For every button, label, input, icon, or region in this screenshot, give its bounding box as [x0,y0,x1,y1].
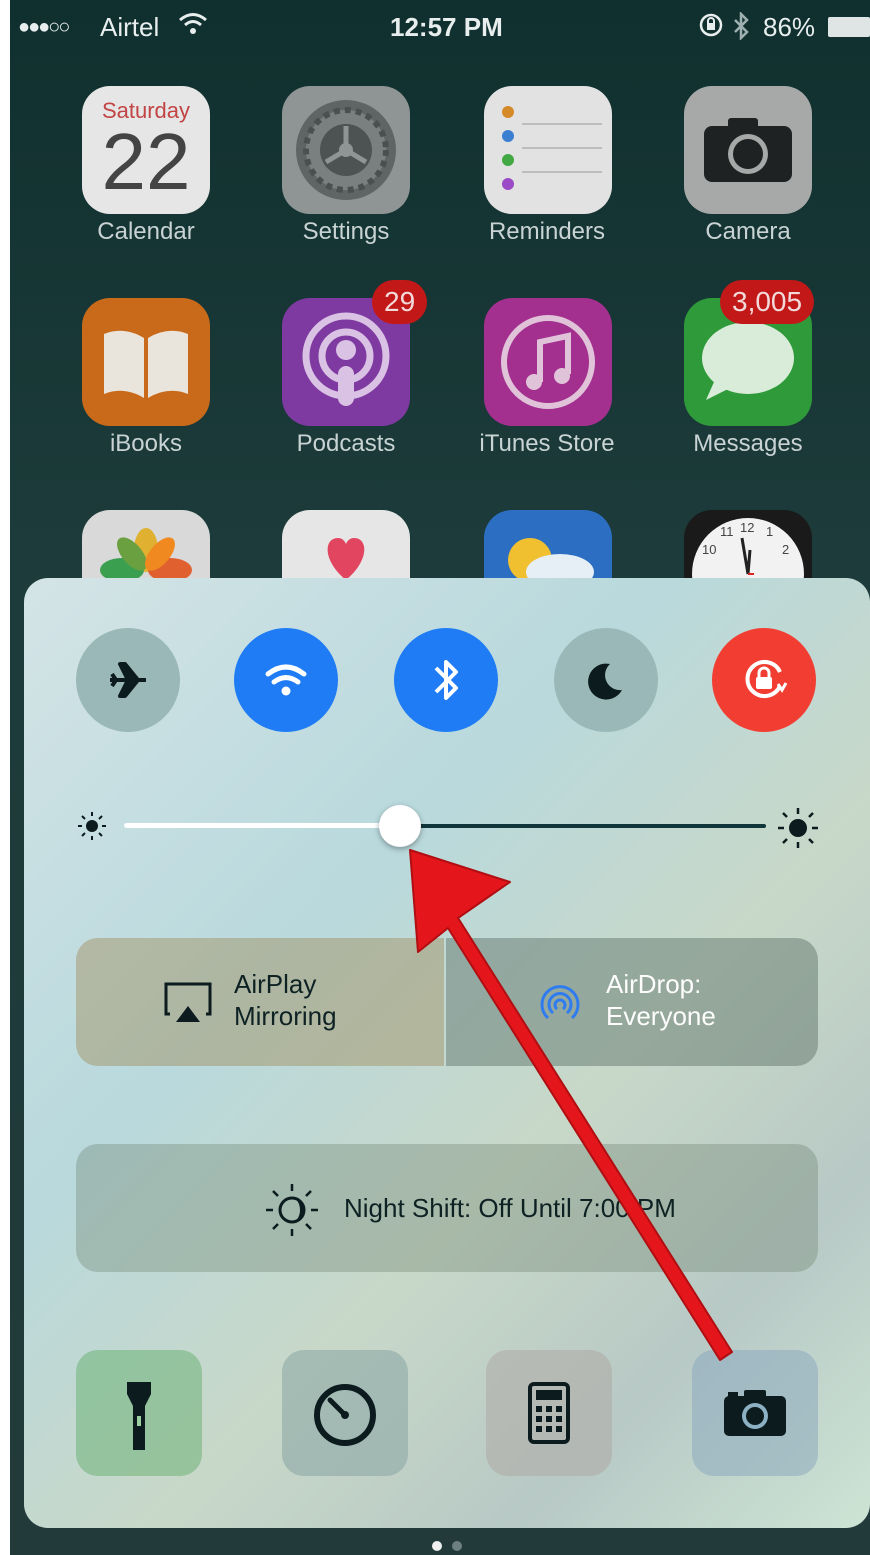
reminders-app-icon[interactable] [484,86,612,214]
bluetooth-toggle[interactable] [394,628,498,732]
airplay-label-line1: AirPlay [234,969,317,999]
wifi-toggle[interactable] [234,628,338,732]
airplane-mode-toggle[interactable] [76,628,180,732]
rotation-lock-icon [745,660,788,698]
airplay-icon [164,982,212,1022]
brightness-slider-thumb[interactable] [379,805,422,847]
airdrop-label-line2: Everyone [606,1001,716,1031]
messages-notification-badge: 3,005 [720,280,815,324]
airdrop-label-line1: AirDrop: [606,969,702,999]
page-indicator-other [452,1541,462,1551]
night-shift-button[interactable]: Night Shift: Off Until 7:00 PM [76,1144,818,1272]
ibooks-label: iBooks [109,430,183,457]
wifi-icon [265,664,307,696]
iphone-screen: ●●●○○ Airtel 12:57 PM 86% Saturday 22 Ca… [10,0,870,1555]
clock-time: 12:57 PM [390,12,503,42]
bluetooth-icon [434,660,458,700]
carrier-name: Airtel [100,12,160,42]
clock-number-12: 12 [740,520,755,535]
ibooks-app-icon[interactable] [82,298,210,426]
clock-number-11: 11 [720,524,734,539]
calculator-button[interactable] [486,1350,612,1476]
flashlight-button[interactable] [76,1350,202,1476]
timer-icon [314,1384,376,1446]
calendar-label: Calendar [97,218,195,245]
reminders-label: Reminders [488,218,606,245]
battery-percentage: 86% [763,12,816,42]
calendar-date: 22 [101,117,191,206]
flashlight-icon [127,1382,151,1450]
night-shift-label: Night Shift: Off Until 7:00 PM [344,1193,676,1223]
podcasts-notification-badge: 29 [372,280,428,324]
control-center-panel: AirPlay Mirroring AirDrop: Everyone Nigh… [24,578,870,1528]
clock-number-1: 1 [766,524,774,539]
status-bar: ●●●○○ Airtel 12:57 PM 86% [10,0,870,56]
bluetooth-status-icon [732,10,750,47]
itunes-store-label: iTunes Store [479,430,615,457]
brightness-high-icon [778,808,818,848]
settings-label: Settings [302,218,390,245]
signal-strength: ●●●○○ [18,16,70,38]
airdrop-icon [540,985,580,1020]
page-indicator-current [432,1541,442,1551]
podcasts-label: Podcasts [296,430,396,457]
camera-icon [724,1390,786,1436]
battery-icon [828,17,870,37]
airplay-mirroring-button[interactable]: AirPlay Mirroring [76,938,444,1066]
camera-label: Camera [705,218,791,245]
settings-app-icon[interactable] [282,86,410,214]
airdrop-button[interactable]: AirDrop: Everyone [446,938,818,1066]
calendar-app-icon[interactable]: Saturday 22 [82,86,210,214]
wifi-status-icon [178,12,208,43]
night-shift-icon [266,1184,318,1236]
messages-label: Messages [693,430,803,457]
calculator-icon [528,1382,570,1444]
clock-number-2: 2 [782,542,790,557]
brightness-low-icon [78,812,106,840]
airplay-label-line2: Mirroring [234,1001,337,1031]
clock-number-10: 10 [702,542,717,557]
brightness-slider-track[interactable] [400,824,766,828]
itunes-store-app-icon[interactable] [484,298,612,426]
rotation-lock-toggle[interactable] [712,628,816,732]
airplane-icon [110,662,146,698]
orientation-lock-status-icon [698,12,724,45]
camera-button[interactable] [692,1350,818,1476]
do-not-disturb-toggle[interactable] [554,628,658,732]
moon-icon [588,663,622,700]
camera-app-icon[interactable] [684,86,812,214]
brightness-slider-fill[interactable] [124,823,401,828]
timer-button[interactable] [282,1350,408,1476]
